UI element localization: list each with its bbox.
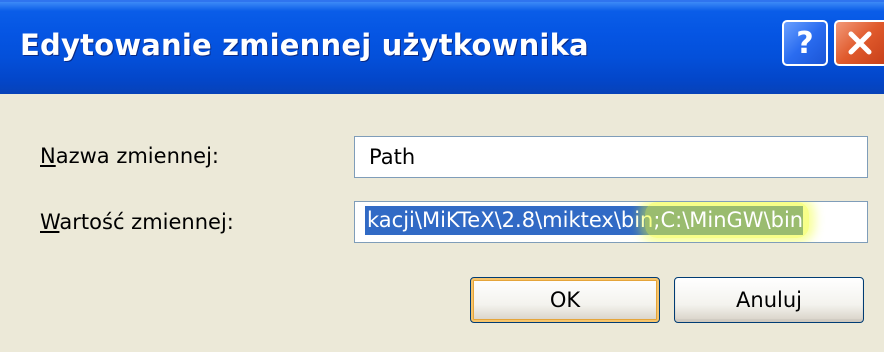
variable-name-value: Path [369,145,416,169]
help-button[interactable]: ? [782,20,828,66]
variable-value-selection: kacji\MiKTeX\2.8\miktex\bin ;C:\MinGW\bin [365,202,810,238]
variable-value-input[interactable]: kacji\MiKTeX\2.8\miktex\bin ;C:\MinGW\bin [354,201,868,243]
variable-name-label-accelerator: N [40,144,56,168]
close-button[interactable] [834,20,884,66]
ok-button-label: OK [549,288,581,312]
variable-value-label-accelerator: W [40,210,60,234]
variable-value-label-text: artość zmiennej: [59,210,234,234]
cancel-button-label: Anuluj [736,288,802,312]
cancel-button[interactable]: Anuluj [674,277,864,323]
close-icon [848,31,872,55]
dialog-body: Nazwa zmiennej: Path Wartość zmiennej: k… [0,94,884,352]
help-icon: ? [796,25,814,61]
variable-value-label: Wartość zmiennej: [40,210,234,234]
variable-name-label-text: azwa zmiennej: [55,144,220,168]
variable-name-label: Nazwa zmiennej: [40,144,219,168]
ok-button[interactable]: OK [470,277,660,323]
title-bar[interactable]: Edytowanie zmiennej użytkownika ? [0,0,884,94]
variable-name-input[interactable]: Path [354,136,868,178]
edit-user-variable-dialog: Edytowanie zmiennej użytkownika ? Nazwa … [0,0,884,352]
dialog-title: Edytowanie zmiennej użytkownika [20,28,589,62]
variable-value-selected-text: kacji\MiKTeX\2.8\miktex\bin [367,208,654,232]
variable-value-highlighted-text: ;C:\MinGW\bin [653,208,804,232]
highlighted-segment: ;C:\MinGW\bin [645,202,810,238]
